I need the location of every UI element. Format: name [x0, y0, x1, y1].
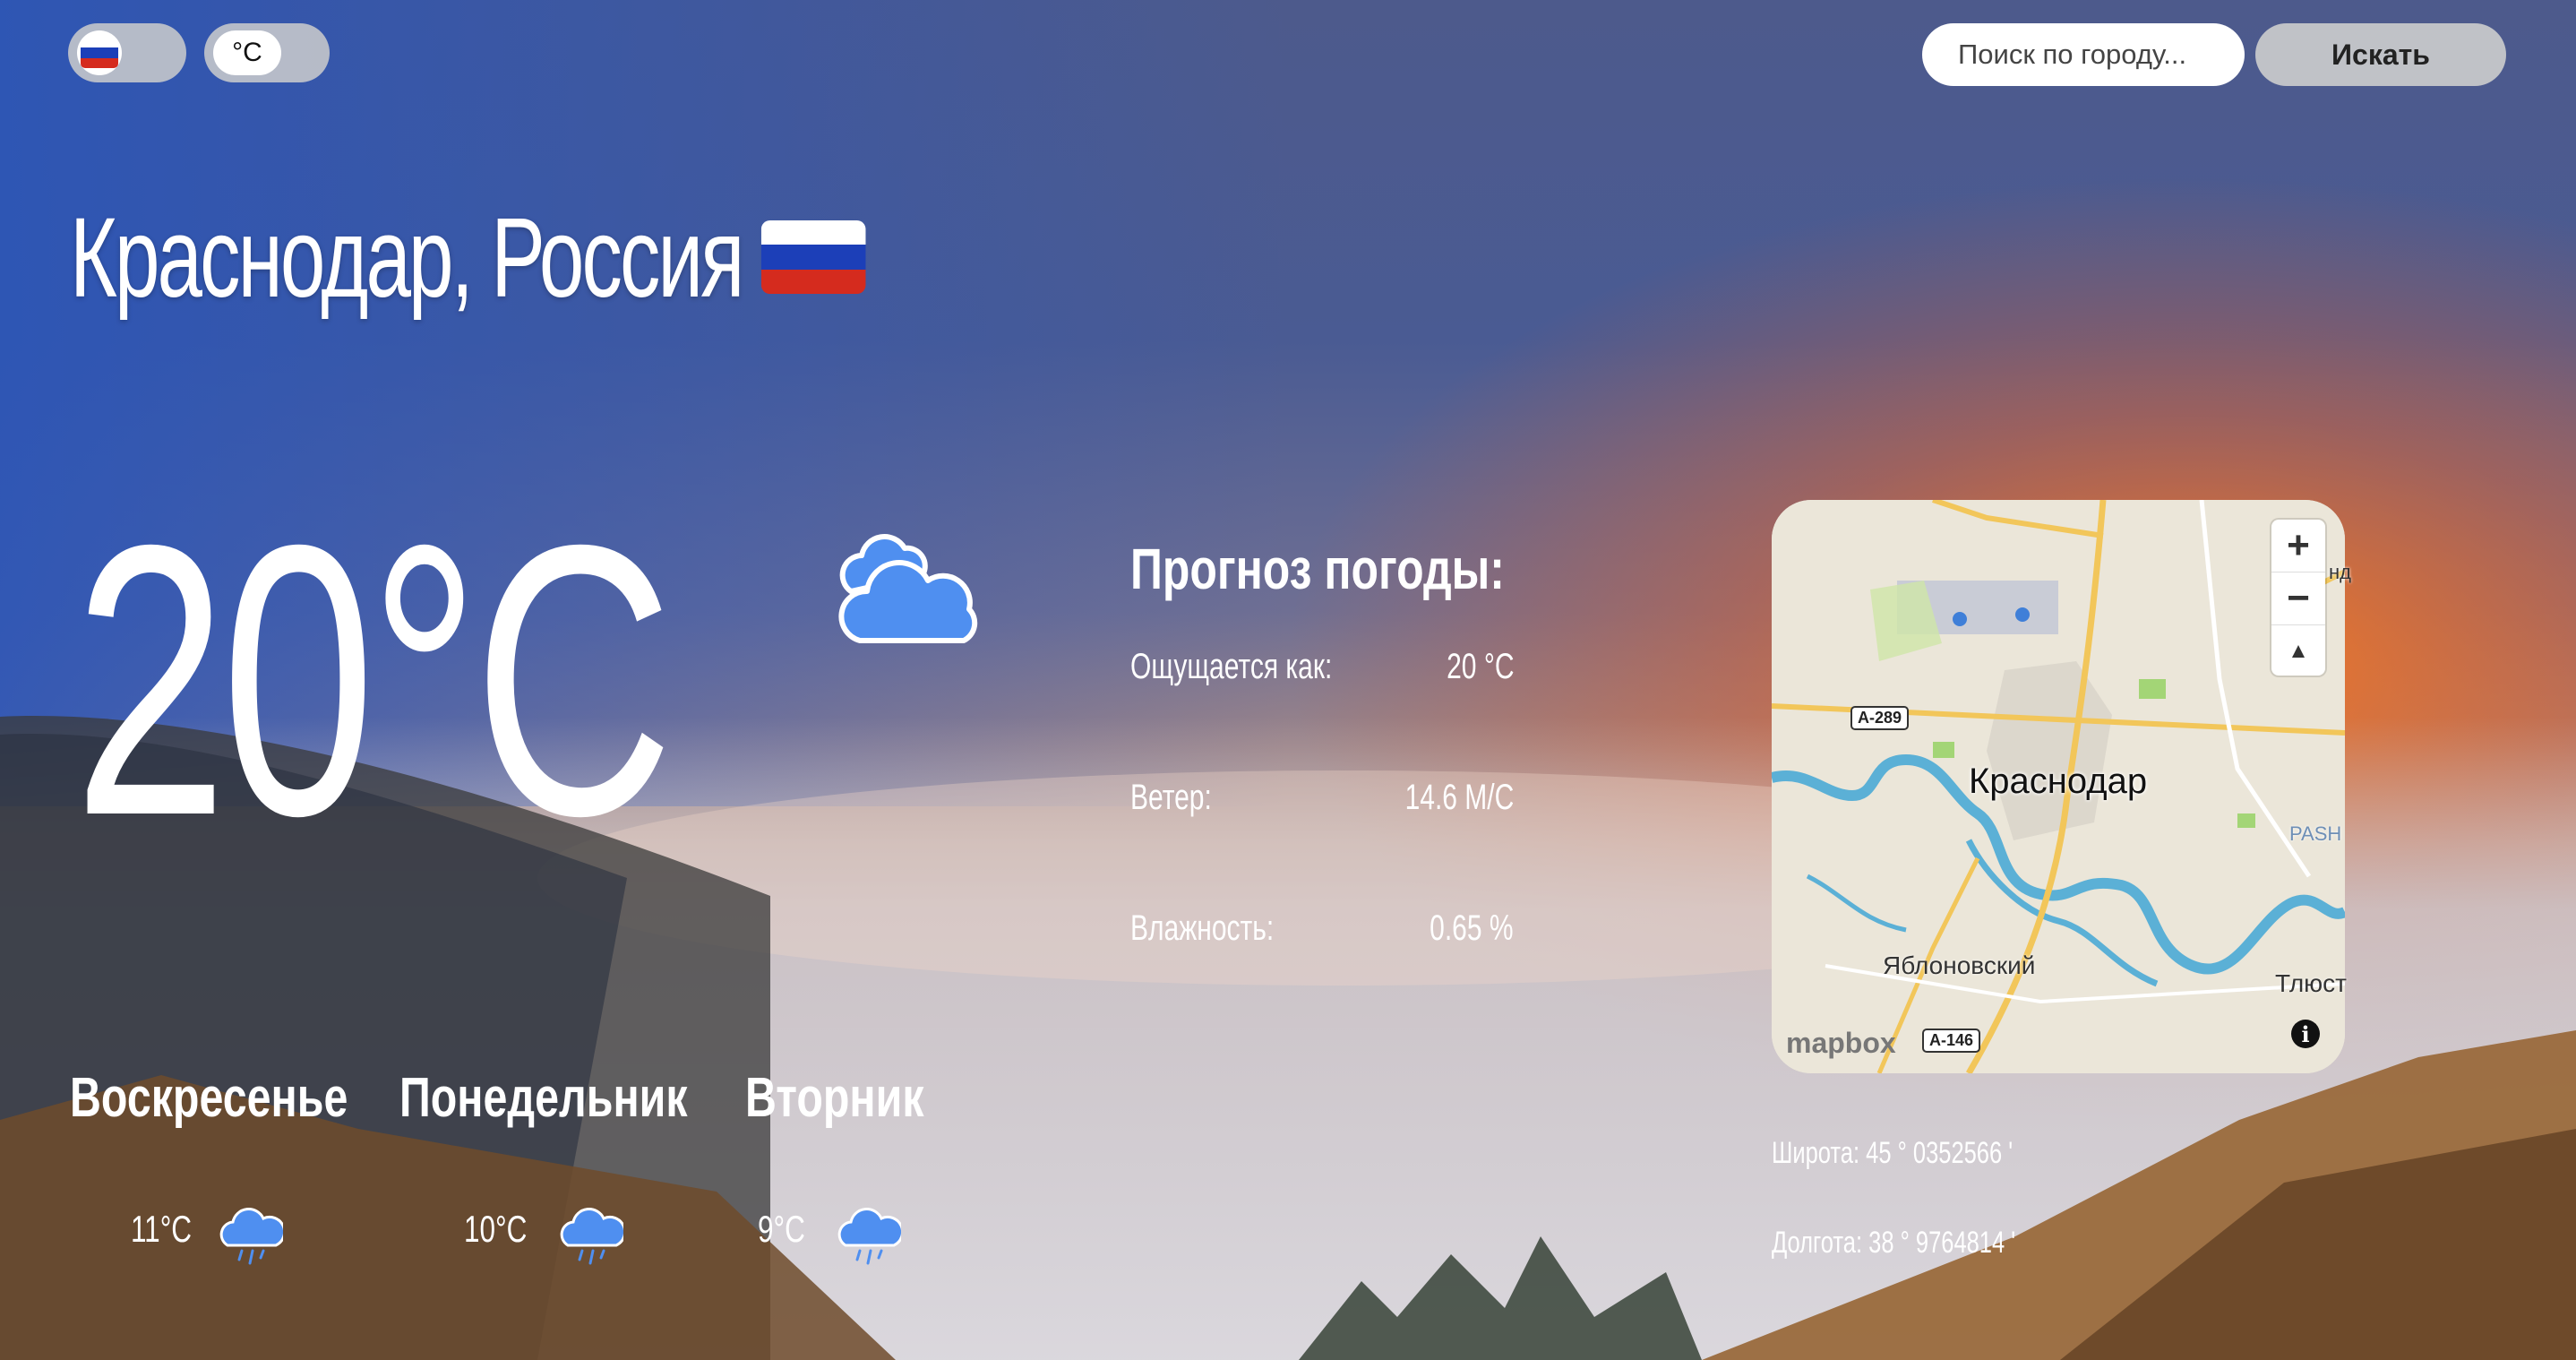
rain-cloud-icon — [559, 1204, 627, 1277]
map-label-nd: нд — [2329, 561, 2351, 583]
latitude-text: Широта: 45 ° 0352566 ' — [1772, 1136, 2014, 1170]
humidity-row: Влажность: 0.65 % — [1130, 908, 1514, 962]
day-temp-monday: 10°C — [464, 1208, 528, 1250]
map-info-icon[interactable]: i — [2291, 1020, 2320, 1048]
unit-toggle[interactable]: °C — [204, 23, 330, 82]
day-name-monday: Понедельник — [399, 1067, 688, 1129]
day-temp-sunday: 11°C — [131, 1208, 193, 1250]
language-knob — [77, 30, 122, 75]
city-title: Краснодар, Россия — [70, 194, 866, 321]
city-name: Краснодар, Россия — [70, 194, 744, 321]
ru-flag-icon — [81, 38, 118, 68]
rain-cloud-icon — [219, 1204, 287, 1277]
wind-label: Ветер: — [1130, 778, 1212, 817]
feels-like-value: 20 °C — [1446, 647, 1514, 686]
map-label-yablonovsky: Яблоновский — [1883, 951, 2036, 979]
search-button[interactable]: Искать — [2255, 23, 2506, 86]
day-temp-tuesday: 9°C — [758, 1208, 805, 1250]
wind-value: 14.6 М/С — [1404, 778, 1514, 817]
mapbox-logo[interactable]: mapbox — [1786, 1027, 1896, 1060]
humidity-value: 0.65 % — [1430, 908, 1514, 948]
forecast-title: Прогноз погоды: — [1130, 537, 1505, 601]
map-zoom-controls: + − ▲ — [2271, 520, 2325, 676]
day-name-sunday: Воскресенье — [70, 1067, 348, 1129]
unit-label: °C — [232, 38, 262, 67]
ru-flag-icon — [761, 220, 866, 294]
map-compass-button[interactable]: ▲ — [2271, 625, 2325, 677]
city-search-input[interactable] — [1922, 23, 2245, 86]
cloud-icon — [833, 520, 985, 658]
road-shield-a289: A-289 — [1850, 706, 1910, 730]
day-name-tuesday: Вторник — [745, 1067, 924, 1129]
road-shield-a146: A-146 — [1922, 1029, 1981, 1053]
language-toggle[interactable] — [68, 23, 186, 82]
map-label-tlust: Тлюст — [2275, 969, 2348, 997]
unit-knob: °C — [213, 30, 281, 75]
map-zoom-in-button[interactable]: + — [2271, 520, 2325, 572]
rain-cloud-icon — [837, 1204, 905, 1277]
map-label-pash: PASH — [2289, 822, 2342, 845]
feels-like-label: Ощущается как: — [1130, 647, 1333, 686]
feels-like-row: Ощущается как: 20 °C — [1130, 647, 1514, 701]
humidity-label: Влажность: — [1130, 908, 1275, 948]
current-temperature: 20°C — [73, 466, 674, 896]
wind-row: Ветер: 14.6 М/С — [1130, 778, 1514, 831]
longitude-text: Долгота: 38 ° 9764814 ' — [1772, 1226, 2016, 1260]
map-city-label: Краснодар — [1969, 762, 2148, 801]
map-zoom-out-button[interactable]: − — [2271, 572, 2325, 625]
